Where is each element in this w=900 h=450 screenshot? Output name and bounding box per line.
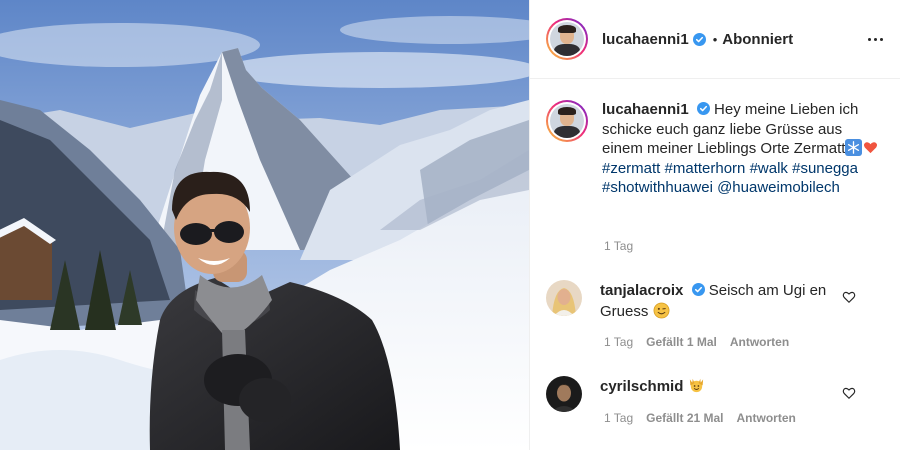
- post-header: lucahaenni1 • Abonniert: [530, 0, 900, 79]
- comment-username[interactable]: cyrilschmid: [600, 378, 683, 395]
- comment-username[interactable]: tanjalacroix: [600, 282, 683, 299]
- comment-meta: 1 Tag Gefällt 1 Mal Antworten: [604, 335, 789, 349]
- comment-likes[interactable]: Gefällt 21 Mal: [646, 411, 723, 425]
- comment-text: tanjalacroix Seisch am Ugi en Gruess: [600, 280, 840, 322]
- comment-likes[interactable]: Gefällt 1 Mal: [646, 335, 717, 349]
- comment-time: 1 Tag: [604, 335, 634, 349]
- reply-button[interactable]: Antworten: [737, 411, 796, 425]
- reply-button[interactable]: Antworten: [730, 335, 789, 349]
- more-options-icon[interactable]: [864, 28, 886, 50]
- caption-username[interactable]: lucahaenni1: [602, 101, 689, 118]
- caption-mention[interactable]: @huaweimobilech: [717, 179, 840, 196]
- like-heart-icon[interactable]: [842, 290, 856, 304]
- caption-time: 1 Tag: [604, 239, 634, 253]
- caption-hashtags-1[interactable]: #zermatt #matterhorn: [602, 160, 745, 177]
- comment-item: cyrilschmid: [546, 376, 886, 412]
- author-avatar[interactable]: [546, 18, 588, 60]
- raising-hands-emoji-icon: [689, 378, 703, 393]
- like-heart-icon[interactable]: [842, 386, 856, 400]
- verified-badge-icon: [696, 102, 710, 115]
- verified-badge-icon: [691, 283, 705, 296]
- author-username[interactable]: lucahaenni1: [602, 31, 689, 48]
- comment-avatar[interactable]: [546, 280, 582, 316]
- follow-state-button[interactable]: Abonniert: [722, 31, 793, 48]
- matterhorn-selfie-image: [0, 0, 529, 450]
- comment-avatar[interactable]: [546, 376, 582, 412]
- caption-text: lucahaenni1 Hey meine Lieben ich schicke…: [602, 100, 884, 198]
- verified-badge-icon: [692, 32, 706, 46]
- comment-text: cyrilschmid: [600, 376, 840, 412]
- post-photo[interactable]: [0, 0, 529, 450]
- caption-avatar[interactable]: [546, 100, 588, 142]
- wink-emoji-icon: [653, 302, 669, 319]
- comment-meta: 1 Tag Gefällt 21 Mal Antworten: [604, 411, 796, 425]
- comment-time: 1 Tag: [604, 411, 634, 425]
- comment-item: tanjalacroix Seisch am Ugi en Gruess: [546, 280, 886, 322]
- post-caption: lucahaenni1 Hey meine Lieben ich schicke…: [546, 100, 886, 198]
- post-side-panel: lucahaenni1 • Abonniert lucahaenni1 Hey …: [529, 0, 900, 450]
- snowflake-icon: [845, 139, 863, 156]
- header-separator: •: [712, 31, 718, 47]
- heart-emoji-icon: [864, 142, 878, 154]
